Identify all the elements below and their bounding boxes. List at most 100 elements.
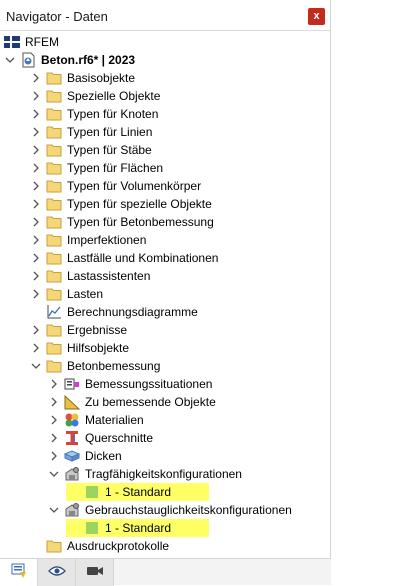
chevron-right-icon[interactable] (30, 267, 42, 285)
tree-item-folder[interactable]: Typen für Betonbemessung (30, 213, 214, 231)
chevron-right-icon[interactable] (30, 231, 42, 249)
tree-label: Gebrauchstauglichkeitskonfigurationen (85, 503, 292, 517)
folder-icon (46, 178, 62, 194)
chevron-right-icon[interactable] (30, 321, 42, 339)
title-bar: Navigator - Daten x (0, 0, 331, 31)
folder-icon (46, 142, 62, 158)
cross-section-icon (64, 430, 80, 446)
chevron-right-icon[interactable] (48, 393, 60, 411)
tree-label: Typen für Volumenkörper (67, 179, 202, 193)
tree-item-sls-standard[interactable]: 1 - Standard (66, 519, 210, 537)
chevron-right-icon[interactable] (48, 447, 60, 465)
tree-label: Typen für Flächen (67, 161, 164, 175)
folder-icon (46, 538, 62, 554)
model-file-icon (20, 52, 36, 68)
chevron-right-icon[interactable] (48, 375, 60, 393)
chevron-right-icon[interactable] (30, 177, 42, 195)
tree-label: Spezielle Objekte (67, 89, 161, 103)
tree-item-folder[interactable]: Spezielle Objekte (30, 87, 160, 105)
tree-label: Zu bemessende Objekte (85, 395, 216, 409)
tree-item-uls-standard[interactable]: 1 - Standard (66, 483, 210, 501)
tree-label: Typen für Knoten (67, 107, 159, 121)
tree-item-materialien[interactable]: Materialien (48, 411, 144, 429)
chevron-right-icon[interactable] (30, 123, 42, 141)
chevron-right-icon[interactable] (30, 159, 42, 177)
tree-label: Typen für Betonbemessung (67, 215, 214, 229)
chevron-down-icon[interactable] (4, 51, 16, 69)
no-chevron (30, 303, 42, 321)
tree-item-zu-bemessende-objekte[interactable]: Zu bemessende Objekte (48, 393, 216, 411)
tree-label: Beton.rf6* | 2023 (41, 53, 136, 67)
tree-label: Dicken (85, 449, 122, 463)
tree-item-folder[interactable]: Typen für spezielle Objekte (30, 195, 212, 213)
design-situation-icon (64, 376, 80, 392)
tree-label: Typen für Stäbe (67, 143, 152, 157)
views-tab[interactable] (76, 559, 114, 586)
display-tab[interactable] (38, 559, 76, 586)
thickness-icon (64, 448, 80, 464)
chevron-right-icon[interactable] (48, 429, 60, 447)
tree-item-folder[interactable]: Ergebnisse (30, 321, 127, 339)
tree-item-gebrauchstauglichkeitskonfigurationen[interactable]: Gebrauchstauglichkeitskonfigurationen (48, 501, 292, 519)
tree-label: Ergebnisse (67, 323, 128, 337)
tree-label: Lasten (67, 287, 104, 301)
chevron-right-icon[interactable] (30, 195, 42, 213)
tree-label: Berechnungsdiagramme (67, 305, 198, 319)
chevron-down-icon[interactable] (30, 357, 42, 375)
folder-icon (46, 70, 62, 86)
chevron-right-icon[interactable] (30, 141, 42, 159)
chevron-right-icon[interactable] (30, 213, 42, 231)
tree-item-bemessungssituationen[interactable]: Bemessungssituationen (48, 375, 212, 393)
tree-item-dicken[interactable]: Dicken (48, 447, 122, 465)
tree-item-folder[interactable]: Typen für Flächen (30, 159, 163, 177)
folder-icon (46, 322, 62, 338)
chevron-right-icon[interactable] (30, 105, 42, 123)
navigator-bottom-tabs (0, 558, 331, 586)
objects-to-design-icon (64, 394, 80, 410)
tree-item-folder[interactable]: Typen für Knoten (30, 105, 158, 123)
folder-icon (46, 250, 62, 266)
configuration-item-icon (84, 484, 100, 500)
tree-item-folder[interactable]: Lastfälle und Kombinationen (30, 249, 218, 267)
tree-item-tragfaehigkeitskonfigurationen[interactable]: Tragfähigkeitskonfigurationen (48, 465, 242, 483)
tree-item-folder[interactable]: Berechnungsdiagramme (30, 303, 198, 321)
tree-item-folder[interactable]: Lasten (30, 285, 103, 303)
tree-label: RFEM (25, 35, 59, 49)
tree-item-model[interactable]: Beton.rf6* | 2023 (4, 51, 135, 69)
chevron-right-icon[interactable] (30, 249, 42, 267)
chevron-right-icon[interactable] (30, 69, 42, 87)
data-tab[interactable] (0, 559, 38, 586)
configuration-item-icon (84, 520, 100, 536)
tree-label: Typen für spezielle Objekte (67, 197, 212, 211)
tree-label: Typen für Linien (67, 125, 153, 139)
chevron-right-icon[interactable] (30, 87, 42, 105)
close-button[interactable]: x (308, 8, 325, 25)
tree-item-folder[interactable]: Hilfsobjekte (30, 339, 129, 357)
tree-item-ausdruckprotokolle[interactable]: Ausdruckprotokolle (30, 537, 169, 555)
tree-label: Hilfsobjekte (67, 341, 130, 355)
tree-item-folder[interactable]: Typen für Volumenkörper (30, 177, 201, 195)
folder-icon (46, 268, 62, 284)
tree-item-folder[interactable]: Imperfektionen (30, 231, 146, 249)
data-tab-icon (10, 562, 28, 583)
chevron-down-icon[interactable] (48, 465, 60, 483)
tree-label: Basisobjekte (67, 71, 136, 85)
tree-item-folder[interactable]: Lastassistenten (30, 267, 150, 285)
tree-root-rfem[interactable]: RFEM (4, 33, 59, 51)
chevron-right-icon[interactable] (30, 339, 42, 357)
tree-item-folder[interactable]: Betonbemessung (30, 357, 160, 375)
tree-label: Bemessungssituationen (85, 377, 213, 391)
tree-item-querschnitte[interactable]: Querschnitte (48, 429, 153, 447)
folder-icon (46, 88, 62, 104)
tree-item-folder[interactable]: Typen für Linien (30, 123, 152, 141)
navigator-panel: Navigator - Daten x RFEM Beton.rf6* | 20… (0, 0, 331, 586)
tree-item-folder[interactable]: Typen für Stäbe (30, 141, 152, 159)
chevron-right-icon[interactable] (30, 285, 42, 303)
folder-icon (46, 232, 62, 248)
chevron-down-icon[interactable] (48, 501, 60, 519)
chevron-right-icon[interactable] (48, 411, 60, 429)
folder-icon (46, 196, 62, 212)
tree-item-folder[interactable]: Basisobjekte (30, 69, 135, 87)
selected-highlight: 1 - Standard (66, 483, 210, 501)
tree-label: Imperfektionen (67, 233, 147, 247)
